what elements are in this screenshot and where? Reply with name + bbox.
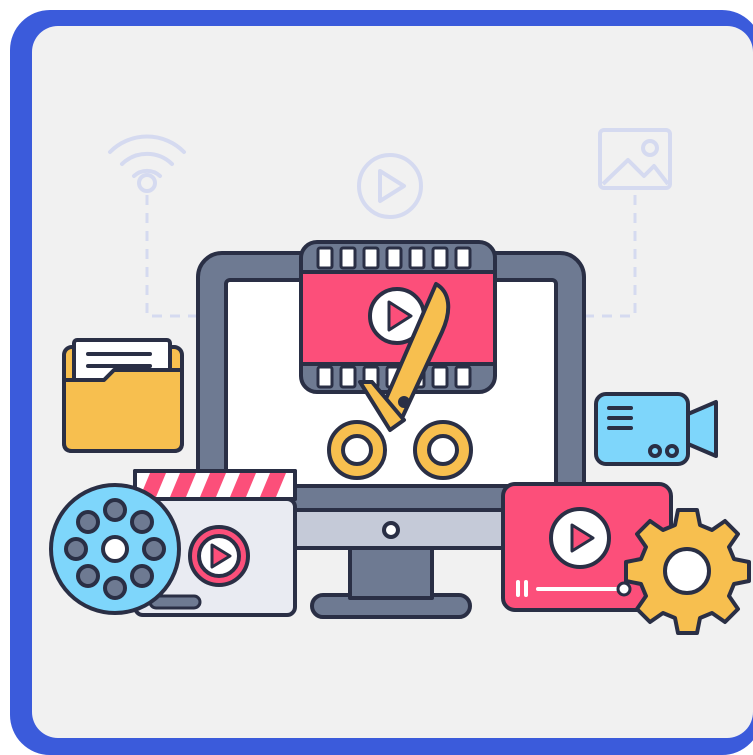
monitor-stand-neck	[348, 544, 434, 600]
gear-icon	[624, 508, 751, 635]
monitor-power-button	[382, 521, 400, 539]
illustration-canvas	[0, 0, 753, 755]
video-editing-illustration	[10, 10, 753, 755]
folder-icon	[62, 338, 184, 453]
film-reel-icon	[49, 483, 181, 615]
